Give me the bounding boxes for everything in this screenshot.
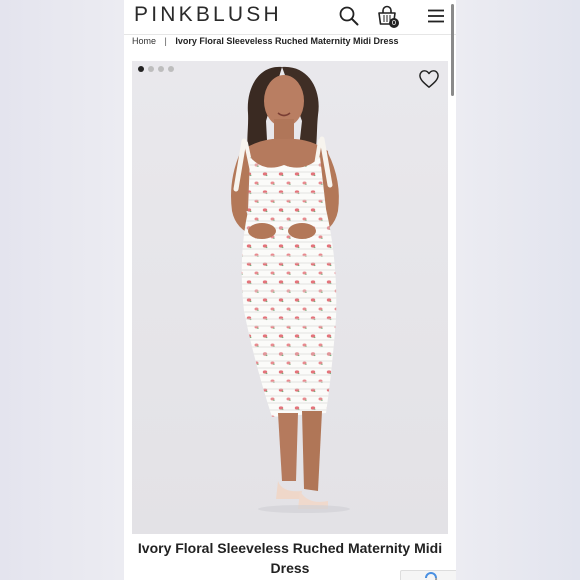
- gallery-dot[interactable]: [148, 66, 154, 72]
- menu-icon[interactable]: [424, 4, 448, 28]
- product-image-gallery[interactable]: [132, 61, 448, 534]
- recaptcha-icon: [425, 572, 438, 580]
- breadcrumb: Home | Ivory Floral Sleeveless Ruched Ma…: [132, 36, 398, 46]
- breadcrumb-home-link[interactable]: Home: [132, 36, 156, 46]
- cart-count-badge: 0: [389, 18, 399, 28]
- gallery-dot[interactable]: [158, 66, 164, 72]
- breadcrumb-separator: |: [164, 36, 167, 46]
- breadcrumb-current: Ivory Floral Sleeveless Ruched Maternity…: [175, 36, 399, 46]
- search-icon[interactable]: [337, 4, 361, 28]
- gallery-dot[interactable]: [168, 66, 174, 72]
- recaptcha-badge[interactable]: [400, 570, 456, 580]
- gallery-pagination: [138, 66, 174, 72]
- phone-screen: PINKBLUSH 0 Home | Ivory Floral Sleevele…: [124, 0, 456, 580]
- page-scrollbar[interactable]: [451, 4, 454, 96]
- gallery-dot[interactable]: [138, 66, 144, 72]
- cart-button[interactable]: 0: [375, 4, 399, 28]
- heart-icon[interactable]: [418, 69, 440, 89]
- product-photo: [231, 66, 350, 513]
- site-header: PINKBLUSH 0: [124, 0, 456, 35]
- site-logo[interactable]: PINKBLUSH: [134, 3, 282, 27]
